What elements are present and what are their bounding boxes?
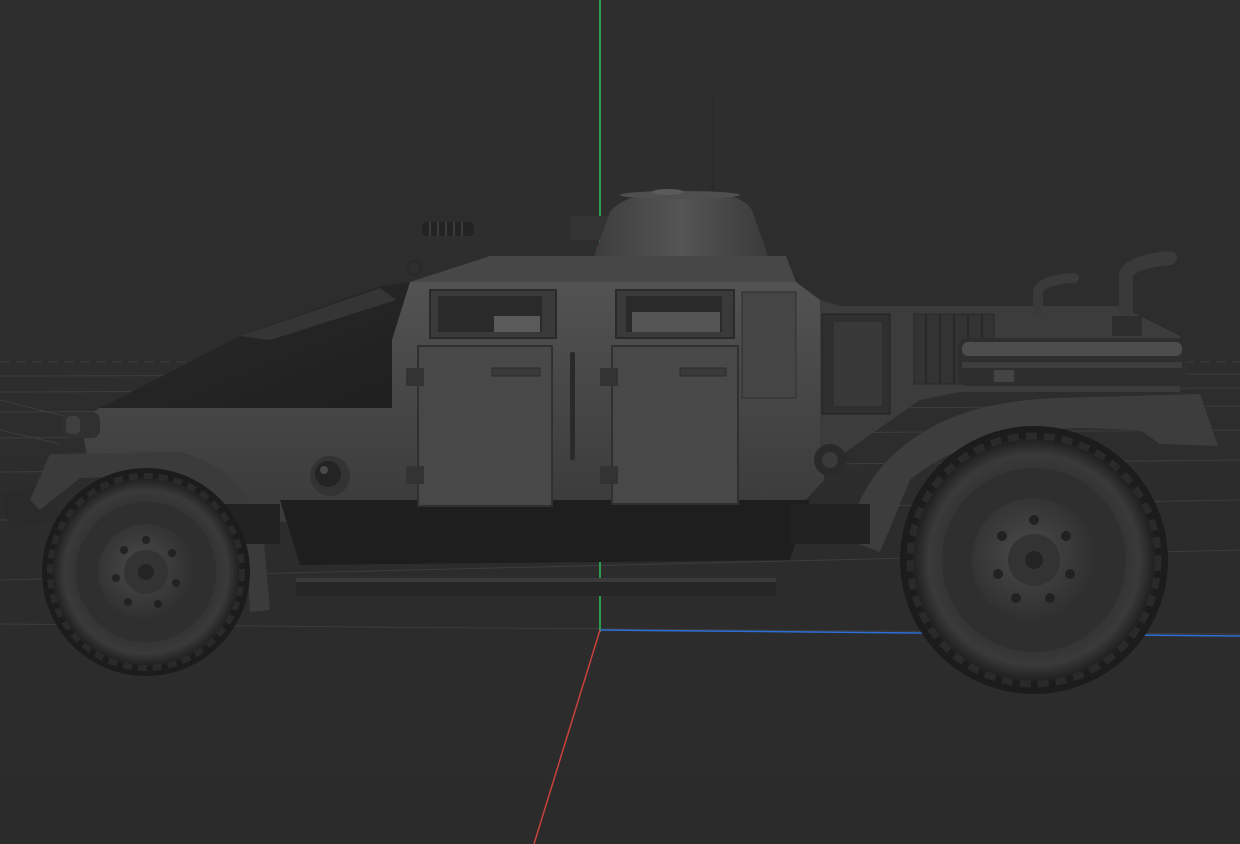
hull-belly: [280, 500, 810, 565]
hull-roof: [410, 256, 796, 282]
rear-hatch: [741, 291, 797, 399]
turret-gun: [422, 216, 610, 240]
headlight: [62, 412, 100, 438]
viewport-canvas[interactable]: [0, 0, 1240, 844]
armored-car-model[interactable]: [0, 96, 1218, 694]
front-wheel: [42, 468, 250, 676]
3d-viewport[interactable]: [0, 0, 1240, 844]
side-door-rear[interactable]: [600, 345, 739, 505]
vision-slit-front: [429, 289, 557, 339]
turret: [594, 194, 768, 256]
rear-wheel: [900, 426, 1168, 694]
z-axis-line: [533, 629, 601, 844]
vision-slit-rear: [615, 289, 735, 339]
door-handle-bar: [570, 352, 575, 460]
rear-suspension: [790, 504, 870, 544]
side-door-front[interactable]: [406, 345, 553, 507]
side-jerry-can: [821, 313, 891, 415]
storage-box: [958, 338, 1186, 386]
pistol-port: [310, 456, 350, 496]
